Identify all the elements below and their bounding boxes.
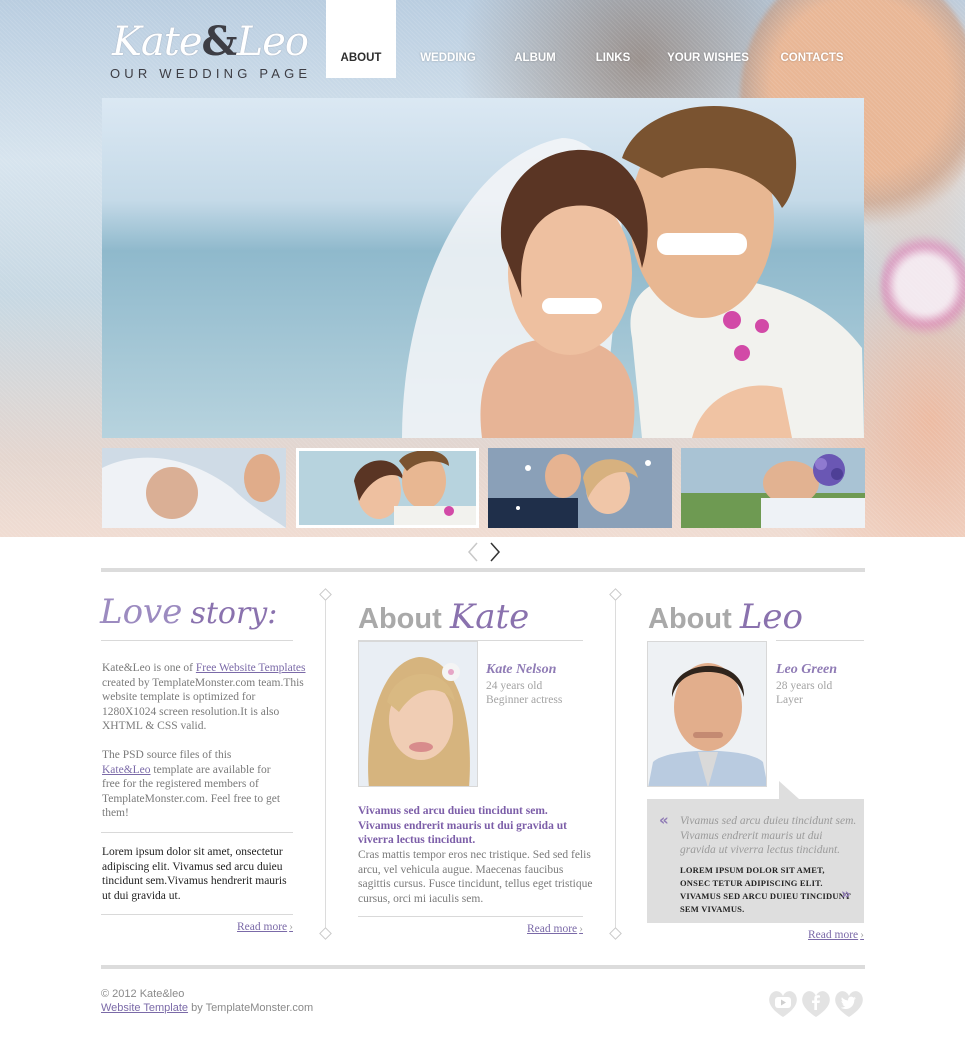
- main-slider-photo: [102, 98, 864, 438]
- footer-by-text: by TemplateMonster.com: [188, 1002, 314, 1014]
- text-span: Kate&Leo is one of: [102, 662, 196, 674]
- thumbnail-image: [488, 448, 672, 528]
- read-more-label: Read more: [237, 921, 288, 933]
- logo-subtitle: OUR WEDDING PAGE: [110, 66, 312, 81]
- love-story-rule-2: [101, 832, 293, 833]
- logo-name-kate: Kate: [112, 19, 202, 65]
- couple-photo: [102, 98, 864, 438]
- love-story-rule: [101, 640, 293, 641]
- about-leo-title-script: Leo: [739, 597, 803, 637]
- website-template-link[interactable]: Website Template: [101, 1002, 188, 1014]
- quote-box-tail: [779, 781, 799, 799]
- quote-close-icon: »: [841, 885, 851, 903]
- footer-credits: Website Template by TemplateMonster.com: [101, 1002, 313, 1014]
- love-story-title-script-b: story:: [190, 596, 278, 631]
- youtube-icon[interactable]: [767, 988, 799, 1018]
- nav-item-your-wishes[interactable]: YOUR WISHES: [656, 0, 760, 78]
- leo-name: Leo Green: [776, 662, 838, 677]
- leo-read-more-link[interactable]: Read more ›: [808, 929, 864, 941]
- kate-photo: [359, 642, 477, 786]
- slider-thumbnail-4[interactable]: [681, 448, 865, 528]
- nav-item-wedding[interactable]: WEDDING: [396, 0, 500, 78]
- background-blur-flower: [880, 230, 965, 340]
- nav-item-album[interactable]: ALBUM: [500, 0, 570, 78]
- nav-item-contacts[interactable]: CONTACTS: [760, 0, 864, 78]
- nav-item-links[interactable]: LINKS: [570, 0, 656, 78]
- quote-open-icon: «: [659, 811, 669, 829]
- kate-name: Kate Nelson: [486, 662, 557, 677]
- site-logo[interactable]: Kate&Leo OUR WEDDING PAGE: [100, 18, 320, 86]
- about-kate-rule-2: [358, 916, 583, 917]
- separator-ornament-icon: [609, 588, 622, 601]
- kate-portrait: [358, 641, 478, 787]
- section-divider-top: [101, 568, 865, 572]
- read-more-label: Read more: [808, 929, 859, 941]
- main-nav: ABOUT WEDDING ALBUM LINKS YOUR WISHES CO…: [326, 0, 864, 78]
- text-span: created by TemplateMonster.com team.This…: [102, 676, 304, 733]
- kate-role: Beginner actress: [486, 694, 563, 706]
- love-story-paragraph-3: Lorem ipsum dolor sit amet, onsectetur a…: [102, 846, 287, 902]
- logo-ampersand: &: [201, 18, 238, 65]
- love-story-title: Love story:: [100, 592, 277, 632]
- about-kate-title-script: Kate: [449, 597, 530, 637]
- slider-thumbnail-1[interactable]: [102, 448, 286, 528]
- column-separator-1: [325, 594, 326, 935]
- thumbnail-image: [299, 451, 476, 525]
- about-kate-title-plain: About: [358, 603, 442, 635]
- chevron-right-icon: ›: [860, 929, 864, 941]
- separator-ornament-icon: [319, 927, 332, 940]
- love-story-paragraph-1: Kate&Leo is one of Free Website Template…: [102, 661, 306, 734]
- leo-photo: [648, 642, 766, 786]
- love-story-paragraph-2: The PSD source files of this Kate&Leo te…: [102, 748, 282, 821]
- leo-role: Layer: [776, 694, 803, 706]
- leo-quote-bold: LOREM IPSUM DOLOR SIT AMET, ONSEC TETUR …: [680, 865, 851, 914]
- read-more-label: Read more: [527, 923, 578, 935]
- love-story-title-script: Love: [100, 592, 183, 632]
- kate-read-more-link[interactable]: Read more ›: [527, 923, 583, 935]
- logo-name-leo: Leo: [236, 19, 309, 65]
- facebook-icon[interactable]: [800, 988, 832, 1018]
- slider-thumbnail-3[interactable]: [488, 448, 672, 528]
- footer-copyright: © 2012 Kate&leo: [101, 988, 185, 1000]
- kate-bold-text: Vivamus sed arcu duieu tincidunt sem. Vi…: [358, 805, 567, 847]
- love-story-rule-3: [101, 914, 293, 915]
- about-leo-rule: [776, 640, 864, 641]
- love-story-read-more-link[interactable]: Read more ›: [237, 921, 293, 933]
- twitter-icon[interactable]: [833, 988, 865, 1018]
- slider-thumbnail-2[interactable]: [296, 448, 479, 528]
- leo-portrait: [647, 641, 767, 787]
- column-separator-2: [615, 594, 616, 935]
- about-leo-title-plain: About: [648, 603, 732, 635]
- free-templates-link[interactable]: Free Website Templates: [196, 662, 306, 674]
- text-span: The PSD source files of this: [102, 749, 232, 761]
- logo-script: Kate&Leo: [100, 18, 320, 65]
- slider-next-arrow-icon[interactable]: [486, 541, 504, 563]
- separator-ornament-icon: [319, 588, 332, 601]
- section-divider-bottom: [101, 965, 865, 969]
- about-kate-title: About Kate: [358, 597, 529, 637]
- kate-age: 24 years old: [486, 680, 543, 692]
- leo-quote-italic: Vivamus sed arcu duieu tincidunt sem. Vi…: [680, 815, 857, 857]
- about-leo-title: About Leo: [648, 597, 803, 637]
- nav-item-about[interactable]: ABOUT: [326, 0, 396, 78]
- separator-ornament-icon: [609, 927, 622, 940]
- leo-age: 28 years old: [776, 680, 833, 692]
- kate-leo-link[interactable]: Kate&Leo: [102, 764, 151, 776]
- chevron-right-icon: ›: [289, 921, 293, 933]
- kate-body-text: Cras mattis tempor eros nec tristique. S…: [358, 849, 593, 905]
- thumbnail-image: [681, 448, 865, 528]
- chevron-right-icon: ›: [579, 923, 583, 935]
- slider-prev-arrow-icon[interactable]: [464, 541, 482, 563]
- thumbnail-image: [102, 448, 286, 528]
